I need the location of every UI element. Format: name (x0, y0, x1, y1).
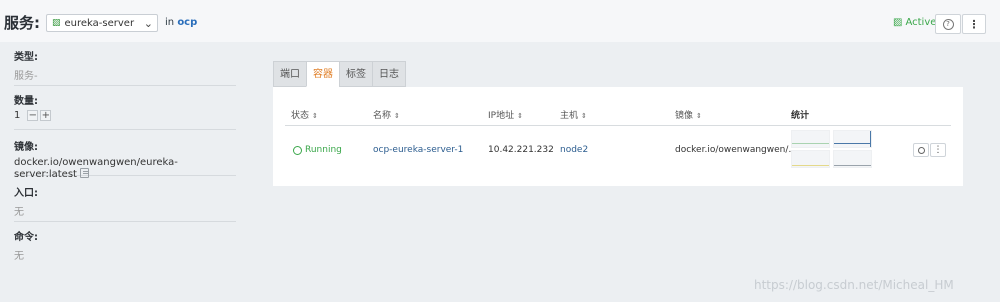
status-badge: ▨ Active (893, 17, 936, 28)
status-label: Active (905, 17, 937, 28)
entry-value: 无 (14, 207, 24, 218)
scale-value: 1 (14, 110, 21, 121)
sort-icon: ⇕ (517, 112, 523, 120)
sort-icon: ⇕ (394, 112, 400, 120)
tab-bar: 端口 容器 标签 日志 (273, 61, 406, 87)
column-header-label: IP地址 (488, 111, 515, 121)
in-prefix: in (165, 17, 175, 28)
header-divider (285, 125, 951, 126)
column-header-label: 状态 (291, 111, 310, 121)
column-header-stats: 统计 (791, 111, 810, 121)
tab-labels[interactable]: 标签 (339, 61, 372, 87)
stack-icon: ▨ (893, 17, 903, 28)
command-section: 命令: 无 (14, 228, 236, 266)
running-status-icon (293, 145, 302, 155)
storage-sparkline (833, 150, 872, 168)
service-select-value: eureka-server (64, 17, 135, 29)
tab-logs[interactable]: 日志 (372, 61, 406, 87)
copy-icon[interactable] (79, 168, 89, 178)
tab-containers[interactable]: 容器 (306, 61, 339, 87)
sort-icon: ⇕ (312, 112, 318, 120)
watermark: https://blog.csdn.net/Micheal_HM (754, 278, 954, 292)
sidebar: 类型: 服务- 数量: 1 − + 镜像: docker.io/owenwang… (0, 42, 238, 302)
question-icon: ? (942, 18, 954, 30)
container-ip: 10.42.221.232 (488, 145, 554, 155)
column-header-image[interactable]: 镜像 ⇕ (675, 108, 702, 121)
cpu-sparkline (791, 130, 830, 148)
page-title: 服务: (4, 14, 40, 32)
containers-panel: 状态 ⇕ 名称 ⇕ IP地址 ⇕ 主机 ⇕ 镜像 ⇕ 统计 Running ocp-eur… (273, 87, 963, 186)
image-label: 镜像: (14, 142, 38, 153)
column-header-name[interactable]: 名称 ⇕ (373, 108, 400, 121)
command-value: 无 (14, 251, 24, 262)
container-name-link[interactable]: ocp-eureka-server-1 (373, 145, 463, 155)
container-state-label: Running (305, 145, 342, 155)
scale-stepper: 1 − + (14, 110, 236, 121)
image-value: docker.io/owenwangwen/eureka-server:late… (14, 157, 178, 180)
network-sparkline (791, 150, 830, 168)
column-header-label: 主机 (560, 111, 579, 121)
stack-icon: ▨ (52, 18, 61, 28)
entry-section: 入口: 无 (14, 184, 236, 222)
circle-icon (917, 146, 925, 154)
environment-label: in ocp (165, 17, 197, 28)
column-header-state[interactable]: 状态 ⇕ (291, 108, 318, 121)
command-label: 命令: (14, 232, 38, 243)
scale-increment-button[interactable]: + (40, 110, 52, 121)
memory-sparkline (833, 130, 872, 148)
type-value: 服务- (14, 71, 38, 82)
column-header-host[interactable]: 主机 ⇕ (560, 108, 587, 121)
scale-label: 数量: (14, 96, 38, 107)
environment-link[interactable]: ocp (177, 17, 197, 28)
entry-label: 入口: (14, 188, 38, 199)
type-section: 类型: 服务- (14, 48, 236, 86)
vertical-dots-icon: ⋮ (933, 145, 943, 155)
image-section: 镜像: docker.io/owenwangwen/eureka-server:… (14, 138, 236, 180)
sort-icon: ⇕ (581, 112, 587, 120)
service-select[interactable]: ▨ eureka-server ⌄ (46, 14, 158, 32)
row-more-button[interactable]: ⋮ (930, 143, 946, 157)
row-status-button[interactable] (913, 143, 929, 157)
scale-decrement-button[interactable]: − (27, 110, 39, 121)
vertical-dots-icon: ⋮ (968, 17, 980, 31)
column-header-label: 镜像 (675, 111, 694, 121)
container-host-link[interactable]: node2 (560, 145, 588, 155)
chevron-down-icon: ⌄ (143, 17, 153, 30)
sort-icon: ⇕ (696, 112, 702, 120)
container-image: docker.io/owenwangwen/… (675, 145, 798, 155)
column-header-ip[interactable]: IP地址 ⇕ (488, 108, 523, 121)
tab-ports[interactable]: 端口 (273, 61, 306, 87)
help-button[interactable]: ? (935, 14, 961, 34)
type-label: 类型: (14, 52, 38, 63)
page-header: 服务: ▨ eureka-server ⌄ in ocp ▨ Active ? … (0, 0, 1000, 42)
scale-section: 数量: 1 − + (14, 92, 236, 130)
more-actions-button[interactable]: ⋮ (962, 14, 986, 34)
image-value-row: docker.io/owenwangwen/eureka-server:late… (14, 157, 236, 180)
container-state: Running (293, 145, 342, 155)
column-header-label: 名称 (373, 111, 392, 121)
